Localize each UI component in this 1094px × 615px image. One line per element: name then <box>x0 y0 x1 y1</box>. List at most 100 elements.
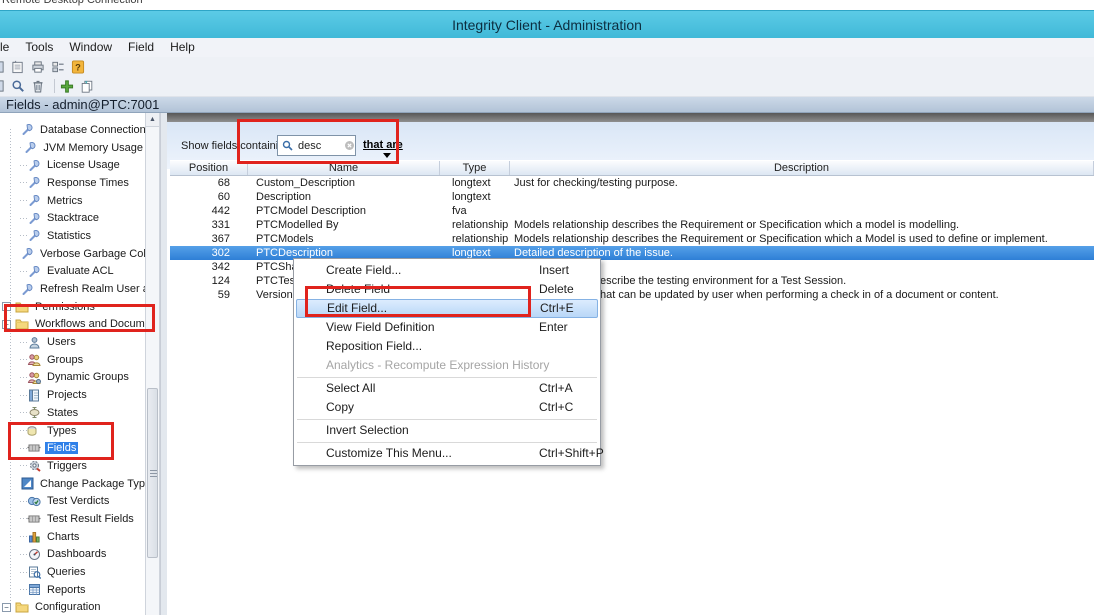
sidebar-item-test-result-fields[interactable]: Test Result Fields <box>0 510 145 528</box>
sidebar-item-statistics[interactable]: Statistics <box>0 227 145 245</box>
print-button[interactable] <box>31 59 49 75</box>
menu-tools[interactable]: Tools <box>17 38 61 56</box>
sidebar-item-refresh-realm-user-and[interactable]: Refresh Realm User and <box>0 280 145 298</box>
menu-item-shortcut: Ctrl+A <box>539 379 573 398</box>
window-titlebar: Integrity Client - Administration <box>0 10 1094 38</box>
annotation-rect-fields <box>8 422 114 460</box>
tree-list: Database ConnectionsJVM Memory UsageLice… <box>0 113 145 615</box>
sidebar-item-label: States <box>45 407 80 419</box>
tree-connector <box>20 465 27 466</box>
table-row-custom-description[interactable]: 68Custom_DescriptionlongtextJust for che… <box>170 176 1094 190</box>
test-result-fields-icon <box>27 512 41 525</box>
sidebar-item-verbose-garbage-collecti[interactable]: Verbose Garbage Collecti <box>0 245 145 263</box>
menu-item-label: Invert Selection <box>326 423 409 437</box>
sidebar-item-configuration[interactable]: − Configuration <box>0 599 145 615</box>
tree-connector <box>20 554 27 555</box>
clipped-icon <box>0 80 5 93</box>
sidebar-item-users[interactable]: Users <box>0 333 145 351</box>
menu-help[interactable]: Help <box>162 38 203 56</box>
annotation-rect-search <box>237 119 399 164</box>
cell-name: Custom_Description <box>248 176 440 190</box>
menu-separator <box>297 442 597 443</box>
tree-connector <box>20 342 27 343</box>
clipped-button[interactable] <box>0 78 9 94</box>
menu-item-label: Analytics - Recompute Expression History <box>326 358 549 372</box>
wrench-icon <box>20 283 34 296</box>
cell-position: 124 <box>170 274 248 288</box>
panel-splitter[interactable] <box>160 113 167 615</box>
table-row-ptcmodels[interactable]: 367PTCModelsrelationshipModels relations… <box>170 232 1094 246</box>
menu-item-label: Customize This Menu... <box>326 446 452 460</box>
sidebar-item-stacktrace[interactable]: Stacktrace <box>0 209 145 227</box>
sidebar-item-queries[interactable]: Queries <box>0 563 145 581</box>
sidebar-item-dashboards[interactable]: Dashboards <box>0 546 145 564</box>
sidebar-item-groups[interactable]: Groups <box>0 351 145 369</box>
sidebar-item-states[interactable]: States <box>0 404 145 422</box>
menu-separator <box>297 377 597 378</box>
context-menu-item-customize-this-menu[interactable]: Customize This Menu...Ctrl+Shift+P <box>296 444 598 463</box>
column-header-description[interactable]: Description <box>510 161 1094 175</box>
cell-description: Just for checking/testing purpose. <box>510 176 1094 190</box>
folder-icon <box>15 601 29 614</box>
help-icon: ? <box>71 60 85 73</box>
context-menu-item-invert-selection[interactable]: Invert Selection <box>296 421 598 440</box>
tree-scrollbar[interactable]: ▲ <box>145 113 160 615</box>
sidebar-item-response-times[interactable]: Response Times <box>0 174 145 192</box>
column-header-type[interactable]: Type <box>440 161 510 175</box>
cell-position: 59 <box>170 288 248 302</box>
dashboards-icon <box>27 548 41 561</box>
table-row-ptcmodelled-by[interactable]: 331PTCModelled ByrelationshipModels rela… <box>170 218 1094 232</box>
sidebar-item-label: Dashboards <box>45 548 108 560</box>
menu-item-shortcut: Delete <box>539 280 574 299</box>
copy-button[interactable] <box>80 78 98 94</box>
menu-field[interactable]: Field <box>120 38 162 56</box>
context-menu-item-reposition-field[interactable]: Reposition Field... <box>296 337 598 356</box>
table-row-ptcmodel-description[interactable]: 442PTCModel Descriptionfva <box>170 204 1094 218</box>
tree-connector <box>20 412 27 413</box>
search-button[interactable] <box>11 78 29 94</box>
menu-window[interactable]: Window <box>61 38 120 56</box>
sidebar-item-database-connections[interactable]: Database Connections <box>0 121 145 139</box>
sidebar-item-test-verdicts[interactable]: Test Verdicts <box>0 492 145 510</box>
clipped-button[interactable] <box>0 59 9 75</box>
sidebar-item-label: Evaluate ACL <box>45 265 116 277</box>
context-menu-item-create-field[interactable]: Create Field...Insert <box>296 261 598 280</box>
sidebar-item-evaluate-acl[interactable]: Evaluate ACL <box>0 263 145 281</box>
menu-item-label: View Field Definition <box>326 320 435 334</box>
table-row-description[interactable]: 60Descriptionlongtext <box>170 190 1094 204</box>
scrollbar-thumb[interactable] <box>147 388 158 558</box>
sidebar-item-charts[interactable]: Charts <box>0 528 145 546</box>
scroll-up-button[interactable]: ▲ <box>146 113 159 127</box>
sidebar-item-label: Projects <box>45 389 89 401</box>
preferences-button[interactable] <box>51 59 69 75</box>
sidebar-item-label: Users <box>45 336 78 348</box>
sidebar-item-license-usage[interactable]: License Usage <box>0 156 145 174</box>
menu-file[interactable]: File <box>0 38 17 56</box>
sidebar-item-change-package-types[interactable]: Change Package Types <box>0 475 145 493</box>
toolbar-row-2-icons <box>0 76 1094 96</box>
sidebar-item-metrics[interactable]: Metrics <box>0 192 145 210</box>
create-button[interactable] <box>60 78 78 94</box>
sidebar-item-jvm-memory-usage[interactable]: JVM Memory Usage <box>0 139 145 157</box>
delete-button[interactable] <box>31 78 49 94</box>
notes-button[interactable] <box>11 59 29 75</box>
cell-position: 60 <box>170 190 248 204</box>
cell-type: longtext <box>440 176 510 190</box>
sidebar-item-label: Configuration <box>33 601 102 613</box>
context-menu-item-copy[interactable]: CopyCtrl+C <box>296 398 598 417</box>
sidebar-item-dynamic-groups[interactable]: Dynamic Groups <box>0 369 145 387</box>
cell-position: 442 <box>170 204 248 218</box>
delete-icon <box>31 80 45 93</box>
wrench-icon <box>27 176 41 189</box>
help-button[interactable]: ? <box>71 59 89 75</box>
context-menu-item-analytics-recompute-expression-history: Analytics - Recompute Expression History <box>296 356 598 375</box>
rdp-connection-title: Remote Desktop Connection <box>2 0 143 6</box>
sidebar-item-reports[interactable]: Reports <box>0 581 145 599</box>
context-menu-item-view-field-definition[interactable]: View Field DefinitionEnter <box>296 318 598 337</box>
collapse-icon[interactable]: − <box>2 603 11 612</box>
sidebar-item-projects[interactable]: Projects <box>0 386 145 404</box>
annotation-rect-edit-field <box>305 286 531 317</box>
context-menu-item-select-all[interactable]: Select AllCtrl+A <box>296 379 598 398</box>
tree-connector <box>20 536 27 537</box>
panel-title: Fields - admin@PTC:7001 <box>6 97 159 112</box>
